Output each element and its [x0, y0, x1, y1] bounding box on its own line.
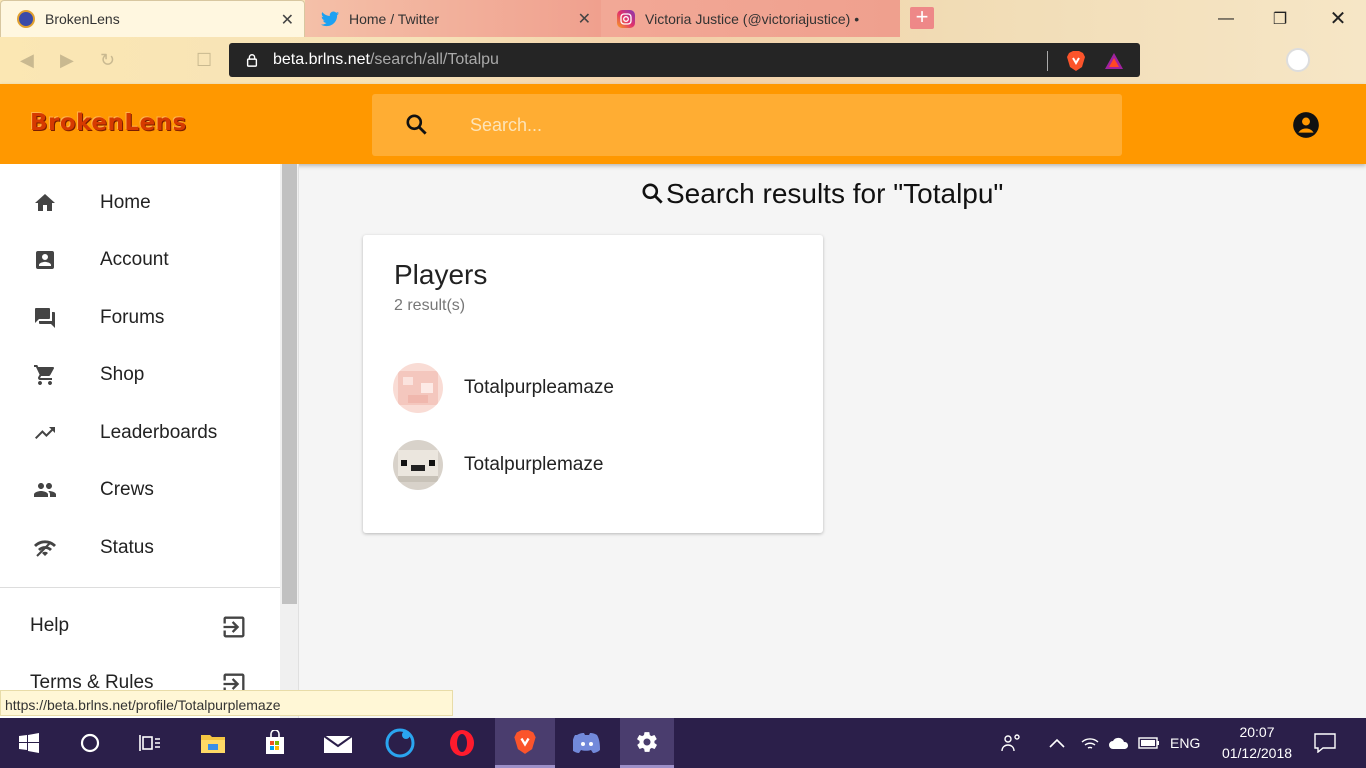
player-name: Totalpurplemaze [464, 454, 604, 475]
discord-icon[interactable] [559, 718, 615, 768]
settings-gear-icon[interactable] [620, 718, 674, 768]
cart-icon [34, 365, 55, 385]
sidebar-item-label: Help [30, 615, 70, 636]
wifi-icon[interactable] [1080, 718, 1100, 768]
player-result-link[interactable]: Totalpurpleamaze [393, 362, 793, 414]
tab-title: Victoria Justice (@victoriajustice) • [645, 10, 860, 27]
sidebar-item-account[interactable]: Account [0, 235, 280, 285]
browser-chrome: BrokenLens ✕ Home / Twitter ✕ Victoria J… [0, 0, 1366, 84]
player-avatar [393, 440, 443, 490]
brave-browser-icon[interactable] [495, 718, 555, 768]
people-icon[interactable] [1000, 718, 1024, 768]
scrollbar-thumb[interactable] [282, 164, 297, 604]
forward-icon[interactable]: ▶ [60, 50, 74, 71]
search-input[interactable] [470, 114, 1070, 136]
sidebar-divider [0, 587, 280, 588]
language-indicator[interactable]: ENG [1170, 718, 1200, 768]
onedrive-icon[interactable] [1108, 718, 1130, 768]
microsoft-store-icon[interactable] [250, 718, 300, 768]
twitter-icon [321, 10, 339, 28]
app-icon[interactable] [375, 718, 425, 768]
players-results-card: Players 2 result(s) Totalpurpleamaze Tot… [363, 235, 823, 533]
tab-twitter[interactable]: Home / Twitter ✕ [305, 0, 601, 37]
profile-avatar-icon[interactable] [1286, 48, 1310, 72]
sidebar-nav: Home Account Forums Shop Leaderboards Cr… [0, 164, 280, 718]
account-box-icon [36, 251, 54, 269]
opera-icon[interactable] [437, 718, 487, 768]
clock-date: 01/12/2018 [1221, 745, 1293, 761]
sidebar-item-label: Shop [100, 364, 145, 385]
windows-taskbar: ENG 20:07 01/12/2018 [0, 718, 1366, 768]
sidebar-item-label: Home [100, 192, 151, 213]
trending-up-icon [35, 427, 55, 439]
sidebar-item-status[interactable]: Status [0, 523, 280, 573]
mail-icon[interactable] [313, 718, 363, 768]
clock[interactable]: 20:07 01/12/2018 [1212, 722, 1302, 764]
url-host: beta.brlns.net [273, 51, 370, 68]
reload-icon[interactable]: ↻ [100, 50, 115, 71]
close-tab-icon[interactable]: ✕ [578, 9, 591, 29]
url-path: /search/all/Totalpu [369, 51, 499, 68]
page-title: Search results for "Totalpu" [640, 176, 1003, 212]
sidebar-item-leaderboards[interactable]: Leaderboards [0, 408, 280, 458]
sidebar-item-forums[interactable]: Forums [0, 293, 280, 343]
sidebar-item-crews[interactable]: Crews [0, 465, 280, 515]
sidebar-item-label: Forums [100, 307, 165, 328]
home-icon [35, 194, 55, 211]
close-tab-icon[interactable]: ✕ [281, 10, 294, 30]
sidebar-item-shop[interactable]: Shop [0, 350, 280, 400]
sidebar-item-label: Crews [100, 479, 154, 500]
search-icon [406, 114, 427, 135]
cortana-icon[interactable] [65, 718, 115, 768]
search-box[interactable] [372, 94, 1122, 156]
app-header: BrokenLens [0, 84, 1366, 164]
account-circle-icon[interactable] [1292, 111, 1320, 139]
sidebar-scrollbar[interactable] [280, 164, 299, 718]
instagram-icon [617, 9, 635, 28]
sidebar-item-label: Status [100, 537, 154, 558]
back-icon[interactable]: ◀ [20, 50, 34, 71]
chevron-up-icon[interactable] [1048, 718, 1066, 768]
people-icon [34, 483, 56, 497]
notifications-icon[interactable] [1314, 718, 1336, 768]
bookmark-icon[interactable]: ☐ [196, 50, 212, 71]
forum-icon [35, 308, 55, 328]
file-explorer-icon[interactable] [188, 718, 238, 768]
signal-icon [34, 540, 56, 557]
maximize-icon[interactable]: ❐ [1252, 0, 1308, 37]
brave-rewards-icon[interactable] [1104, 52, 1124, 70]
lock-icon [246, 54, 258, 67]
search-icon [642, 183, 663, 204]
sidebar-item-label: Account [100, 249, 169, 270]
link-status-bar: https://beta.brlns.net/profile/Totalpurp… [0, 690, 453, 716]
player-result-link[interactable]: Totalpurplemaze [393, 439, 793, 491]
page-title-text: Search results for "Totalpu" [666, 178, 1004, 209]
tab-title: Home / Twitter [349, 10, 439, 27]
player-name: Totalpurpleamaze [464, 377, 614, 398]
player-avatar [393, 363, 443, 413]
brave-shields-icon[interactable] [1066, 50, 1086, 72]
sidebar-item-home[interactable]: Home [0, 178, 280, 228]
card-title: Players [394, 259, 488, 290]
address-bar[interactable]: beta.brlns.net/search/all/Totalpu [229, 43, 1140, 77]
separator [1047, 51, 1048, 71]
task-view-icon[interactable] [125, 718, 175, 768]
sidebar-item-help[interactable]: Help [0, 605, 280, 649]
windows-start-icon[interactable] [4, 718, 54, 768]
logo[interactable]: BrokenLens [30, 110, 187, 136]
tab-strip: BrokenLens ✕ Home / Twitter ✕ Victoria J… [0, 0, 1366, 37]
tab-title: BrokenLens [45, 11, 120, 27]
result-count: 2 result(s) [394, 297, 466, 314]
tab-instagram[interactable]: Victoria Justice (@victoriajustice) • [601, 0, 900, 37]
clock-time: 20:07 [1239, 724, 1275, 740]
tab-brokenlens[interactable]: BrokenLens ✕ [0, 0, 305, 37]
brokenlens-favicon [17, 10, 35, 28]
exit-to-app-icon [223, 616, 245, 638]
sidebar-item-label: Leaderboards [100, 422, 218, 443]
close-window-icon[interactable]: ✕ [1310, 0, 1366, 37]
battery-icon[interactable] [1138, 718, 1160, 768]
minimize-icon[interactable]: — [1198, 0, 1254, 37]
new-tab-button[interactable]: + [910, 6, 934, 29]
